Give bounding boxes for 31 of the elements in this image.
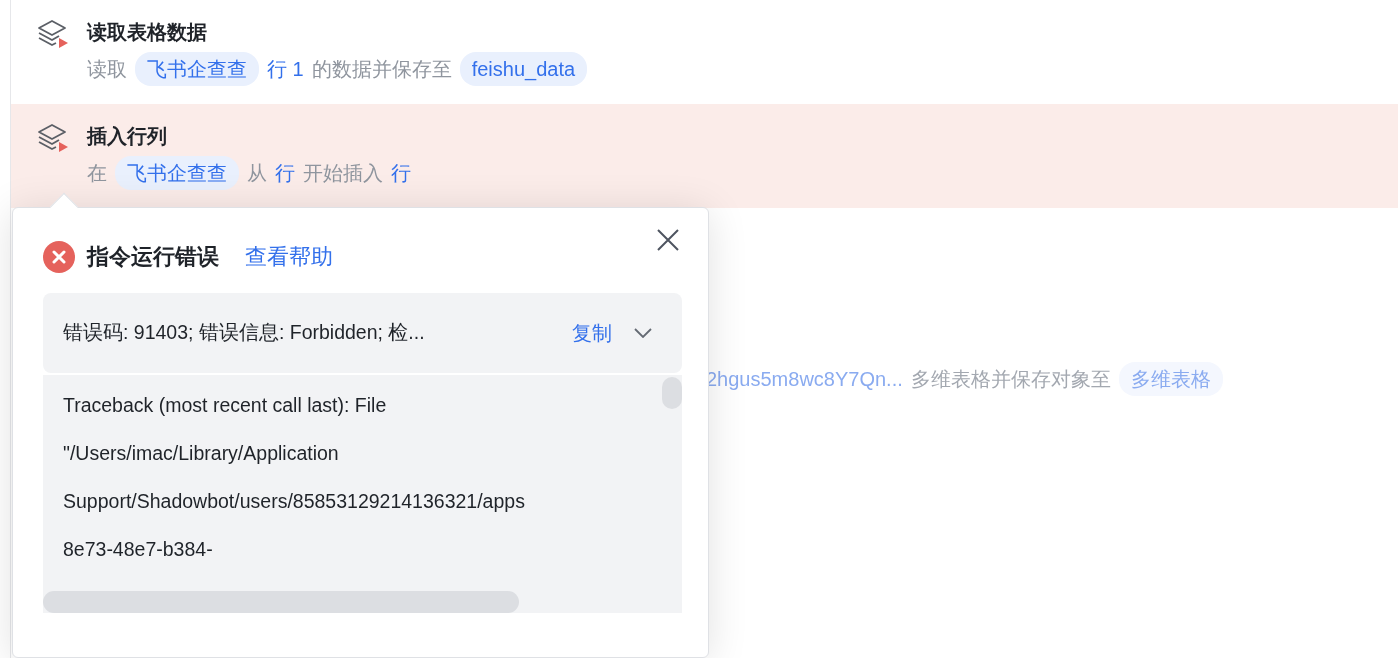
layers-icon xyxy=(37,18,69,50)
step-text: 多维表格并保存对象至 xyxy=(910,367,1111,392)
traceback-line: "/Users/imac/Library/Application xyxy=(63,441,340,466)
parameter-value[interactable]: 行 xyxy=(275,158,295,188)
step-title: 读取表格数据 xyxy=(87,20,208,45)
table-chip[interactable]: 多维表格 xyxy=(1118,362,1223,396)
vertical-scrollbar[interactable] xyxy=(662,377,682,409)
help-link[interactable]: 查看帮助 xyxy=(245,240,333,273)
step-title: 插入行列 xyxy=(87,124,168,149)
layers-icon xyxy=(37,122,69,154)
parameter-value[interactable]: 行 xyxy=(391,158,411,188)
traceback-line: Traceback (most recent call last): File xyxy=(63,393,388,418)
step-text: 从 xyxy=(247,161,267,186)
table-chip[interactable]: 飞书企查查 xyxy=(115,156,239,190)
expand-button[interactable] xyxy=(634,328,652,338)
step-text: 的数据并保存至 xyxy=(311,57,452,82)
error-title: 指令运行错误 xyxy=(87,243,219,271)
highlighted-step-row[interactable]: 插入行列 在 飞书企查查 从 行 开始插入 行 xyxy=(11,104,1398,208)
step-text: 开始插入 xyxy=(303,161,383,186)
error-summary: 错误码: 91403; 错误信息: Forbidden; 检... xyxy=(63,320,425,346)
copy-button[interactable]: 复制 xyxy=(572,318,612,348)
step-text: 读取 xyxy=(87,57,127,82)
traceback-line: 8e73-48e7-b384- xyxy=(63,537,214,562)
parameter-value[interactable]: 2hgus5m8wc8Y7Qn... xyxy=(706,364,903,394)
error-icon xyxy=(43,240,75,273)
horizontal-scrollbar[interactable] xyxy=(43,591,519,613)
table-chip[interactable]: 飞书企查查 xyxy=(135,52,259,86)
traceback-line: Support/Shadowbot/users/85853129214136321/apps xyxy=(63,489,526,514)
parameter-value[interactable]: 行 1 xyxy=(267,54,304,84)
step-text: 在 xyxy=(87,161,107,186)
table-chip[interactable]: feishu_data xyxy=(459,52,588,86)
